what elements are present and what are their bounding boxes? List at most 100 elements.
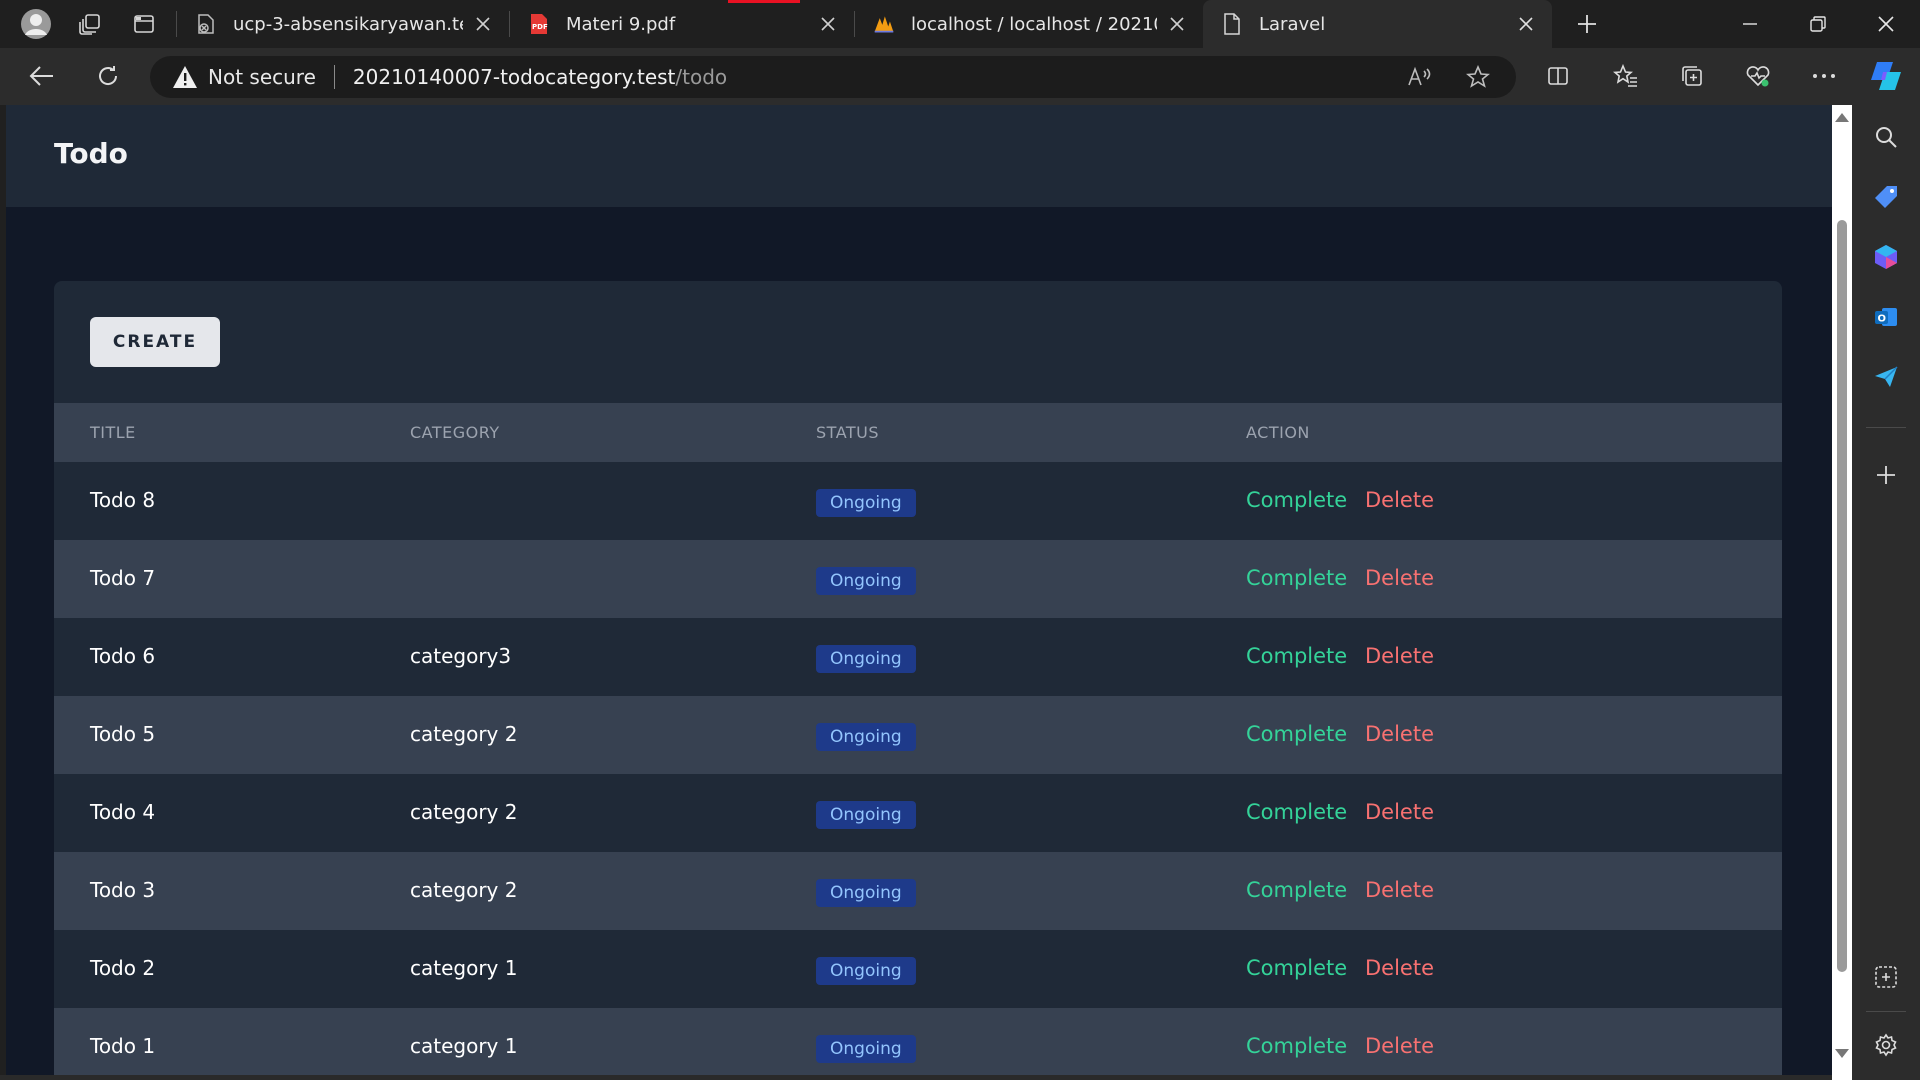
profile-avatar-icon[interactable] — [14, 4, 58, 44]
todo-category: category3 — [410, 644, 512, 668]
url-host: 20210140007-todocategory.test — [352, 65, 676, 89]
complete-link[interactable]: Complete — [1246, 722, 1347, 746]
status-badge: Ongoing — [816, 957, 916, 985]
status-badge: Ongoing — [816, 1035, 916, 1063]
edge-sidebar: O — [1852, 105, 1920, 1080]
page-scrollbar[interactable] — [1832, 105, 1852, 1080]
svg-text:O: O — [1878, 314, 1887, 325]
status-badge: Ongoing — [816, 801, 916, 829]
add-icon[interactable] — [1866, 455, 1906, 495]
create-button[interactable]: CREATE — [90, 317, 220, 367]
tab-ucp-3[interactable]: ucp-3-absensikaryawan.test — [177, 0, 509, 48]
security-label[interactable]: Not secure — [208, 65, 316, 89]
status-badge: Ongoing — [816, 723, 916, 751]
page-icon — [1221, 13, 1243, 35]
column-header-status: STATUS — [816, 423, 880, 442]
workspaces-icon[interactable] — [68, 4, 112, 44]
browser-window: ucp-3-absensikaryawan.test PDF Materi 9.… — [0, 0, 1920, 1080]
delete-link[interactable]: Delete — [1365, 644, 1434, 668]
close-tab-icon[interactable] — [818, 14, 838, 34]
complete-link[interactable]: Complete — [1246, 800, 1347, 824]
todo-title: Todo 8 — [90, 488, 156, 512]
copilot-chat-icon[interactable] — [1866, 237, 1906, 277]
delete-link[interactable]: Delete — [1365, 1034, 1434, 1058]
complete-link[interactable]: Complete — [1246, 488, 1347, 512]
close-window-icon[interactable] — [1852, 0, 1920, 48]
favorites-icon[interactable] — [1606, 56, 1646, 96]
todo-card: CREATE TITLE CATEGORY STATUS ACTION Todo… — [54, 281, 1782, 1080]
search-icon[interactable] — [1866, 117, 1906, 157]
table-row: Todo 2 category 1 Ongoing Complete Delet… — [54, 930, 1782, 1008]
scrollbar-thumb[interactable] — [1837, 220, 1847, 972]
close-tab-icon[interactable] — [1516, 14, 1536, 34]
status-badge: Ongoing — [816, 645, 916, 673]
horizontal-scroll-strip — [0, 1075, 1832, 1080]
back-icon[interactable] — [22, 56, 62, 96]
more-options-icon[interactable] — [1804, 56, 1844, 96]
todo-title: Todo 1 — [90, 1034, 156, 1058]
todo-category: category 1 — [410, 956, 518, 980]
status-badge: Ongoing — [816, 879, 916, 907]
url-path: /todo — [675, 65, 728, 89]
new-tab-icon[interactable] — [1564, 4, 1610, 44]
table-row: Todo 1 category 1 Ongoing Complete Delet… — [54, 1008, 1782, 1080]
scroll-down-arrow-icon[interactable] — [1835, 1049, 1849, 1058]
address-bar[interactable]: Not secure 20210140007-todocategory.test… — [150, 56, 1516, 98]
complete-link[interactable]: Complete — [1246, 1034, 1347, 1058]
address-divider — [333, 65, 335, 89]
status-badge: Ongoing — [816, 489, 916, 517]
settings-gear-icon[interactable] — [1866, 1025, 1906, 1065]
minimize-icon[interactable] — [1716, 0, 1784, 48]
delete-link[interactable]: Delete — [1365, 566, 1434, 590]
split-screen-icon[interactable] — [1538, 56, 1578, 96]
complete-link[interactable]: Complete — [1246, 644, 1347, 668]
table-row: Todo 6 category3 Ongoing Complete Delete — [54, 618, 1782, 696]
scroll-up-arrow-icon[interactable] — [1835, 113, 1849, 122]
collections-icon[interactable] — [1672, 56, 1712, 96]
tab-phpmyadmin[interactable]: localhost / localhost / 20210140 — [855, 0, 1203, 48]
complete-link[interactable]: Complete — [1246, 956, 1347, 980]
page-error-icon — [195, 13, 217, 35]
complete-link[interactable]: Complete — [1246, 566, 1347, 590]
sidebar-separator — [1866, 427, 1906, 428]
delete-link[interactable]: Delete — [1365, 956, 1434, 980]
send-icon[interactable] — [1866, 357, 1906, 397]
delete-link[interactable]: Delete — [1365, 488, 1434, 512]
todo-title: Todo 4 — [90, 800, 156, 824]
table-row: Todo 7 Ongoing Complete Delete — [54, 540, 1782, 618]
todo-category: category 2 — [410, 878, 518, 902]
favorite-star-icon[interactable] — [1458, 57, 1498, 97]
sidebar-separator — [1866, 1011, 1906, 1012]
delete-link[interactable]: Delete — [1365, 722, 1434, 746]
page-header: Todo — [6, 105, 1832, 207]
complete-link[interactable]: Complete — [1246, 878, 1347, 902]
table-row: Todo 8 Ongoing Complete Delete — [54, 462, 1782, 540]
warning-icon[interactable] — [172, 65, 198, 89]
delete-link[interactable]: Delete — [1365, 800, 1434, 824]
svg-text:PDF: PDF — [532, 23, 548, 31]
browser-essentials-icon[interactable] — [1738, 56, 1778, 96]
phpmyadmin-icon — [873, 13, 895, 35]
column-header-category: CATEGORY — [410, 423, 500, 442]
outlook-icon[interactable]: O — [1866, 297, 1906, 337]
shopping-tag-icon[interactable] — [1866, 177, 1906, 217]
tab-title: ucp-3-absensikaryawan.test — [233, 13, 463, 35]
screenshot-icon[interactable] — [1866, 957, 1906, 997]
restore-icon[interactable] — [1784, 0, 1852, 48]
browser-toolbar: Not secure 20210140007-todocategory.test… — [0, 48, 1920, 105]
copilot-icon[interactable] — [1866, 56, 1906, 96]
vertical-tabs-icon[interactable] — [122, 4, 166, 44]
delete-link[interactable]: Delete — [1365, 878, 1434, 902]
tab-materi-9-pdf[interactable]: PDF Materi 9.pdf — [510, 0, 854, 48]
close-tab-icon[interactable] — [1167, 14, 1187, 34]
todo-title: Todo 5 — [90, 722, 156, 746]
tab-laravel[interactable]: Laravel — [1203, 0, 1552, 48]
table-row: Todo 3 category 2 Ongoing Complete Delet… — [54, 852, 1782, 930]
refresh-icon[interactable] — [88, 56, 128, 96]
read-aloud-icon[interactable] — [1400, 57, 1440, 97]
close-tab-icon[interactable] — [473, 14, 493, 34]
todo-category: category 2 — [410, 800, 518, 824]
table-row: Todo 5 category 2 Ongoing Complete Delet… — [54, 696, 1782, 774]
table-header: TITLE CATEGORY STATUS ACTION — [54, 403, 1782, 462]
todo-title: Todo 7 — [90, 566, 156, 590]
